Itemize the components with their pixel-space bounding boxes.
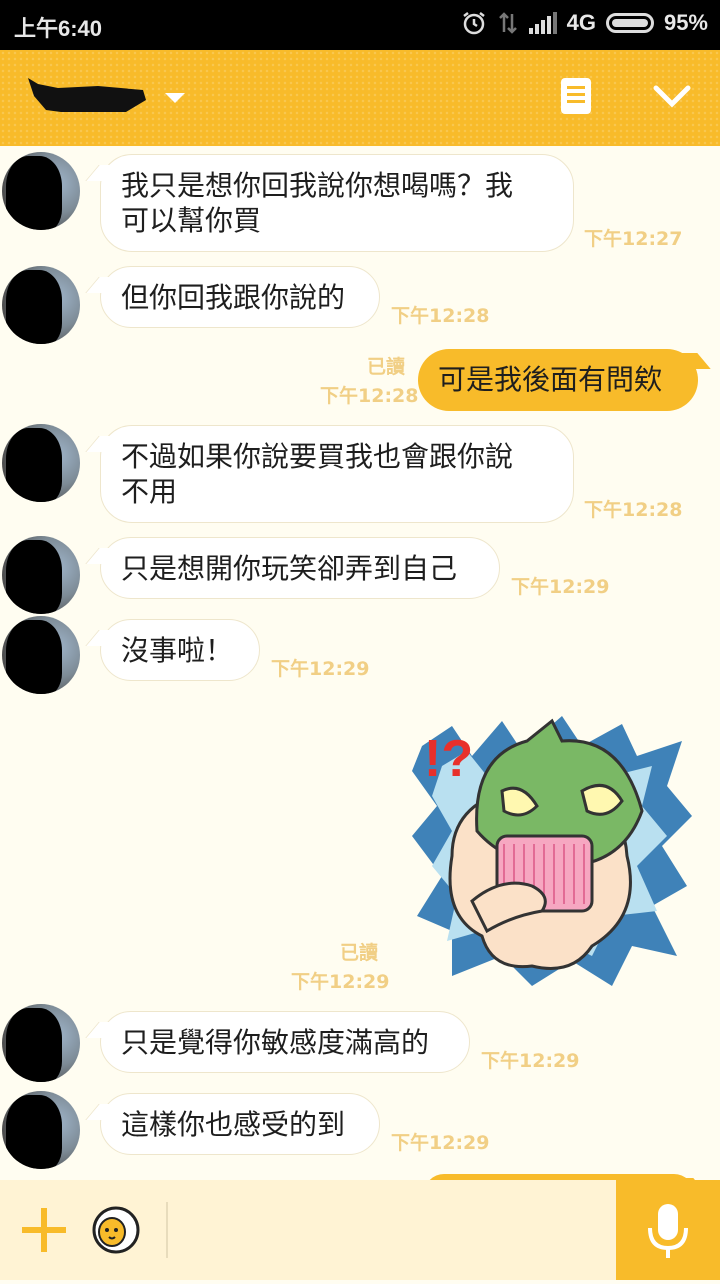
network-type: 4G [566,10,596,35]
message-bubble-incoming[interactable]: 不過如果你說要買我也會跟你說 不用 [100,425,574,523]
message-timestamp: 下午12:27 [584,228,683,250]
divider [166,1202,168,1258]
read-receipt: 已讀 [340,942,379,964]
chat-area[interactable]: 我只是想你回我說你想喝嗎？我 可以幫你買 下午12:27 但你回我跟你說的 下午… [0,146,720,1180]
avatar[interactable] [2,424,80,502]
status-time: 上午6:40 [14,16,103,41]
microphone-button[interactable] [616,1180,720,1280]
message-timestamp: 下午12:29 [291,971,390,993]
avatar[interactable] [2,1091,80,1169]
message-text: 這樣你也感受的到 [121,1108,346,1141]
data-transfer-icon [498,12,517,34]
battery-icon [605,13,654,33]
message-text: 只是想開你玩笑卻弄到自己 [121,552,458,585]
message-text: 可是我後面有問欸 [438,363,663,396]
chevron-down-icon[interactable] [652,80,692,110]
chat-header [0,50,720,146]
message-timestamp: 下午12:28 [584,499,683,521]
signal-icon [528,12,557,34]
message-input[interactable] [180,1198,604,1264]
message-timestamp: 下午12:29 [511,576,610,598]
microphone-icon [648,1204,688,1258]
sticker-image[interactable]: !? [412,716,692,986]
message-bubble-incoming[interactable]: 沒事啦！ [100,619,260,681]
message-text: 但你回我跟你說的 [121,281,346,314]
read-receipt: 已讀 [367,356,406,378]
svg-text:!?: !? [424,730,473,788]
message-timestamp: 下午12:29 [271,658,370,680]
message-bubble-incoming[interactable]: 這樣你也感受的到 [100,1093,380,1155]
avatar[interactable] [2,616,80,694]
emoji-icon[interactable] [92,1206,140,1254]
avatar[interactable] [2,266,80,344]
message-text: 沒事啦！ [121,634,234,667]
message-timestamp: 下午12:28 [391,305,490,327]
message-bubble-incoming[interactable]: 我只是想你回我說你想喝嗎？我 可以幫你買 [100,154,574,252]
avatar[interactable] [2,152,80,230]
avatar[interactable] [2,1004,80,1082]
message-timestamp: 下午12:28 [320,385,419,407]
contact-name-redacted[interactable] [26,76,148,112]
message-text: 我只是想你回我說你想喝嗎？我 可以幫你買 [121,169,514,237]
message-bubble-incoming[interactable]: 只是覺得你敏感度滿高的 [100,1011,470,1073]
message-bubble-incoming[interactable]: 只是想開你玩笑卻弄到自己 [100,537,500,599]
message-timestamp: 下午12:29 [481,1050,580,1072]
message-text: 不過如果你說要買我也會跟你說 不用 [121,440,514,508]
battery-level: 95% [663,10,708,35]
message-timestamp: 下午12:29 [391,1132,490,1154]
notes-icon[interactable] [561,78,591,114]
message-text: 只是覺得你敏感度滿高的 [121,1026,430,1059]
plus-icon[interactable] [22,1208,66,1252]
avatar[interactable] [2,536,80,614]
message-bubble-outgoing[interactable]: 可是我後面有問欸 [418,349,698,411]
chevron-down-small-icon[interactable] [165,93,185,103]
status-bar: 上午6:40 4G 95% [0,0,720,50]
status-icons: 4G 95% [461,10,708,36]
alarm-icon [462,12,485,35]
message-bubble-incoming[interactable]: 但你回我跟你說的 [100,266,380,328]
message-input-bar [0,1180,720,1280]
